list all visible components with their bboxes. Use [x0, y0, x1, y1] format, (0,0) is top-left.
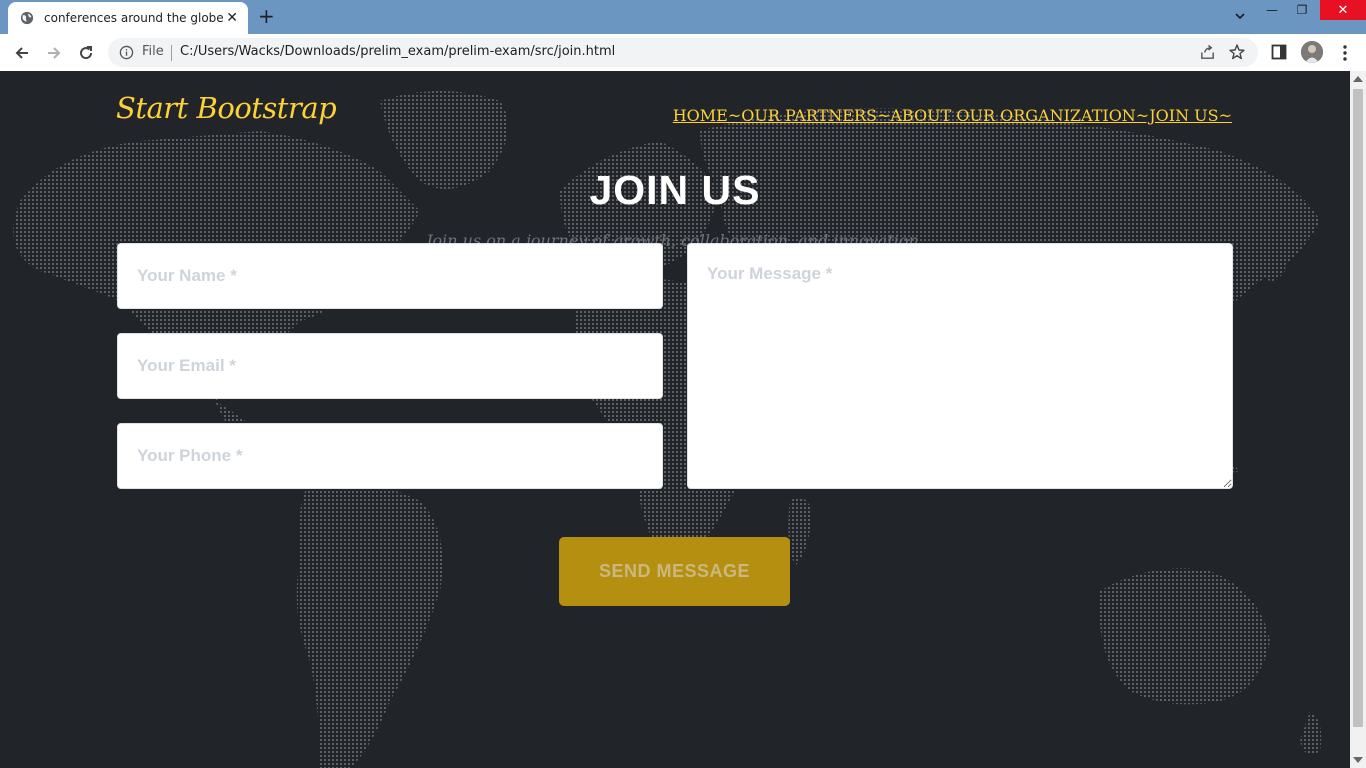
info-icon[interactable]	[119, 45, 134, 60]
name-input[interactable]	[117, 243, 663, 309]
main-nav-links[interactable]: HOME~OUR PARTNERS~ABOUT OUR ORGANIZATION…	[673, 106, 1232, 125]
profile-avatar[interactable]	[1301, 41, 1323, 63]
new-tab-button[interactable]: +	[258, 6, 275, 26]
phone-input[interactable]	[117, 423, 663, 489]
forward-arrow-icon[interactable]	[44, 43, 64, 63]
scroll-up-arrow-icon[interactable]	[1353, 76, 1363, 82]
bookmark-star-icon[interactable]	[1228, 43, 1246, 61]
reload-icon[interactable]	[76, 43, 96, 63]
vertical-scrollbar[interactable]	[1350, 71, 1366, 768]
window-minimize-button[interactable]: —	[1258, 0, 1286, 20]
window-restore-button[interactable]: ❐	[1288, 0, 1316, 20]
globe-icon	[20, 11, 34, 25]
tab-close-icon[interactable]: ✕	[226, 10, 238, 26]
back-arrow-icon[interactable]	[12, 43, 32, 63]
browser-tab-bar: conferences around the globe ✕ + — ❐ ✕	[0, 0, 1366, 34]
tab-search-chevron-icon[interactable]	[1234, 10, 1246, 22]
address-separator	[171, 45, 172, 61]
browser-toolbar: File C:/Users/Wacks/Downloads/prelim_exa…	[0, 34, 1366, 72]
side-panel-icon[interactable]	[1271, 44, 1287, 60]
address-scheme-label: File	[142, 44, 164, 59]
more-menu-icon[interactable]	[1338, 43, 1352, 63]
brand-logo[interactable]: Start Bootstrap	[116, 91, 337, 125]
window-close-button[interactable]: ✕	[1320, 0, 1366, 20]
tab-title: conferences around the globe	[44, 11, 224, 25]
scrollbar-thumb[interactable]	[1353, 89, 1363, 727]
address-bar[interactable]: File C:/Users/Wacks/Downloads/prelim_exa…	[108, 38, 1258, 67]
send-message-button[interactable]: SEND MESSAGE	[559, 537, 790, 606]
page-title: JOIN US	[589, 167, 761, 213]
message-textarea[interactable]	[687, 243, 1233, 489]
scroll-down-arrow-icon[interactable]	[1353, 757, 1363, 763]
share-icon[interactable]	[1199, 44, 1216, 61]
address-url[interactable]: C:/Users/Wacks/Downloads/prelim_exam/pre…	[180, 44, 615, 59]
email-input[interactable]	[117, 333, 663, 399]
profile-photo-icon	[1301, 41, 1323, 63]
browser-tab[interactable]: conferences around the globe ✕	[8, 2, 248, 34]
